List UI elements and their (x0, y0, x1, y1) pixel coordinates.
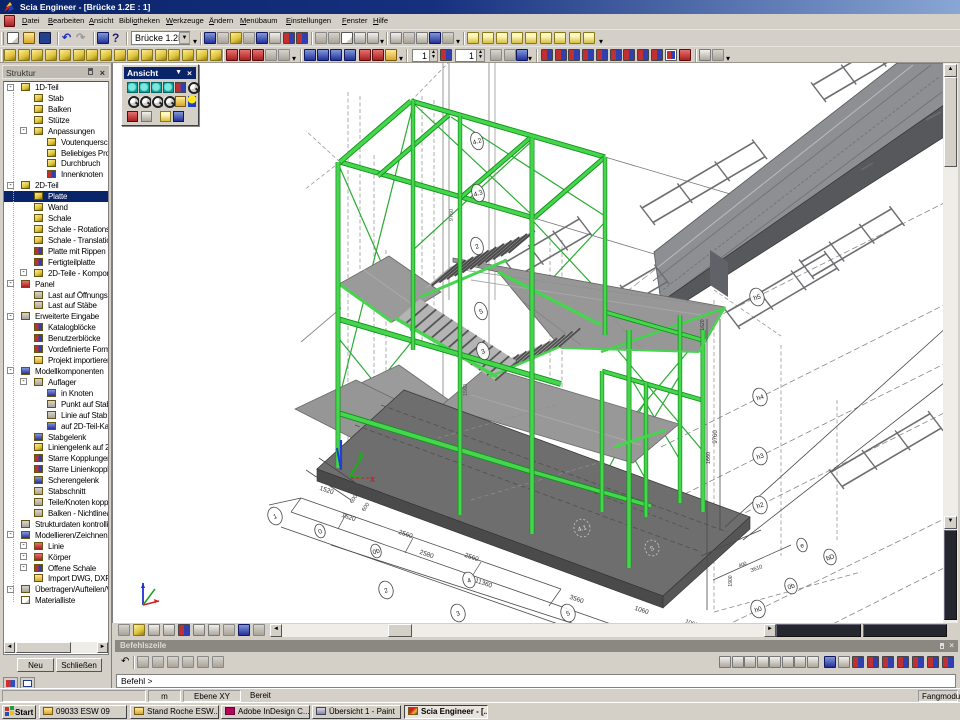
svg-text:2560: 2560 (464, 552, 480, 563)
svg-text:2580: 2580 (419, 549, 435, 560)
svg-text:400: 400 (738, 561, 748, 570)
svg-text:3560: 3560 (569, 594, 585, 605)
svg-text:1620: 1620 (341, 512, 357, 523)
svg-text:11360: 11360 (474, 577, 493, 589)
svg-text:1660: 1660 (706, 452, 712, 464)
svg-text:1620: 1620 (700, 319, 706, 330)
svg-text:1900: 1900 (728, 575, 734, 586)
svg-text:9760: 9760 (713, 430, 719, 444)
svg-text:x: x (370, 474, 375, 484)
svg-text:600: 600 (361, 502, 371, 513)
svg-text:1060: 1060 (634, 605, 650, 616)
svg-text:3610: 3610 (750, 564, 764, 574)
svg-text:2560: 2560 (398, 529, 414, 540)
svg-text:9760: 9760 (449, 209, 455, 221)
svg-text:1560: 1560 (463, 384, 469, 396)
